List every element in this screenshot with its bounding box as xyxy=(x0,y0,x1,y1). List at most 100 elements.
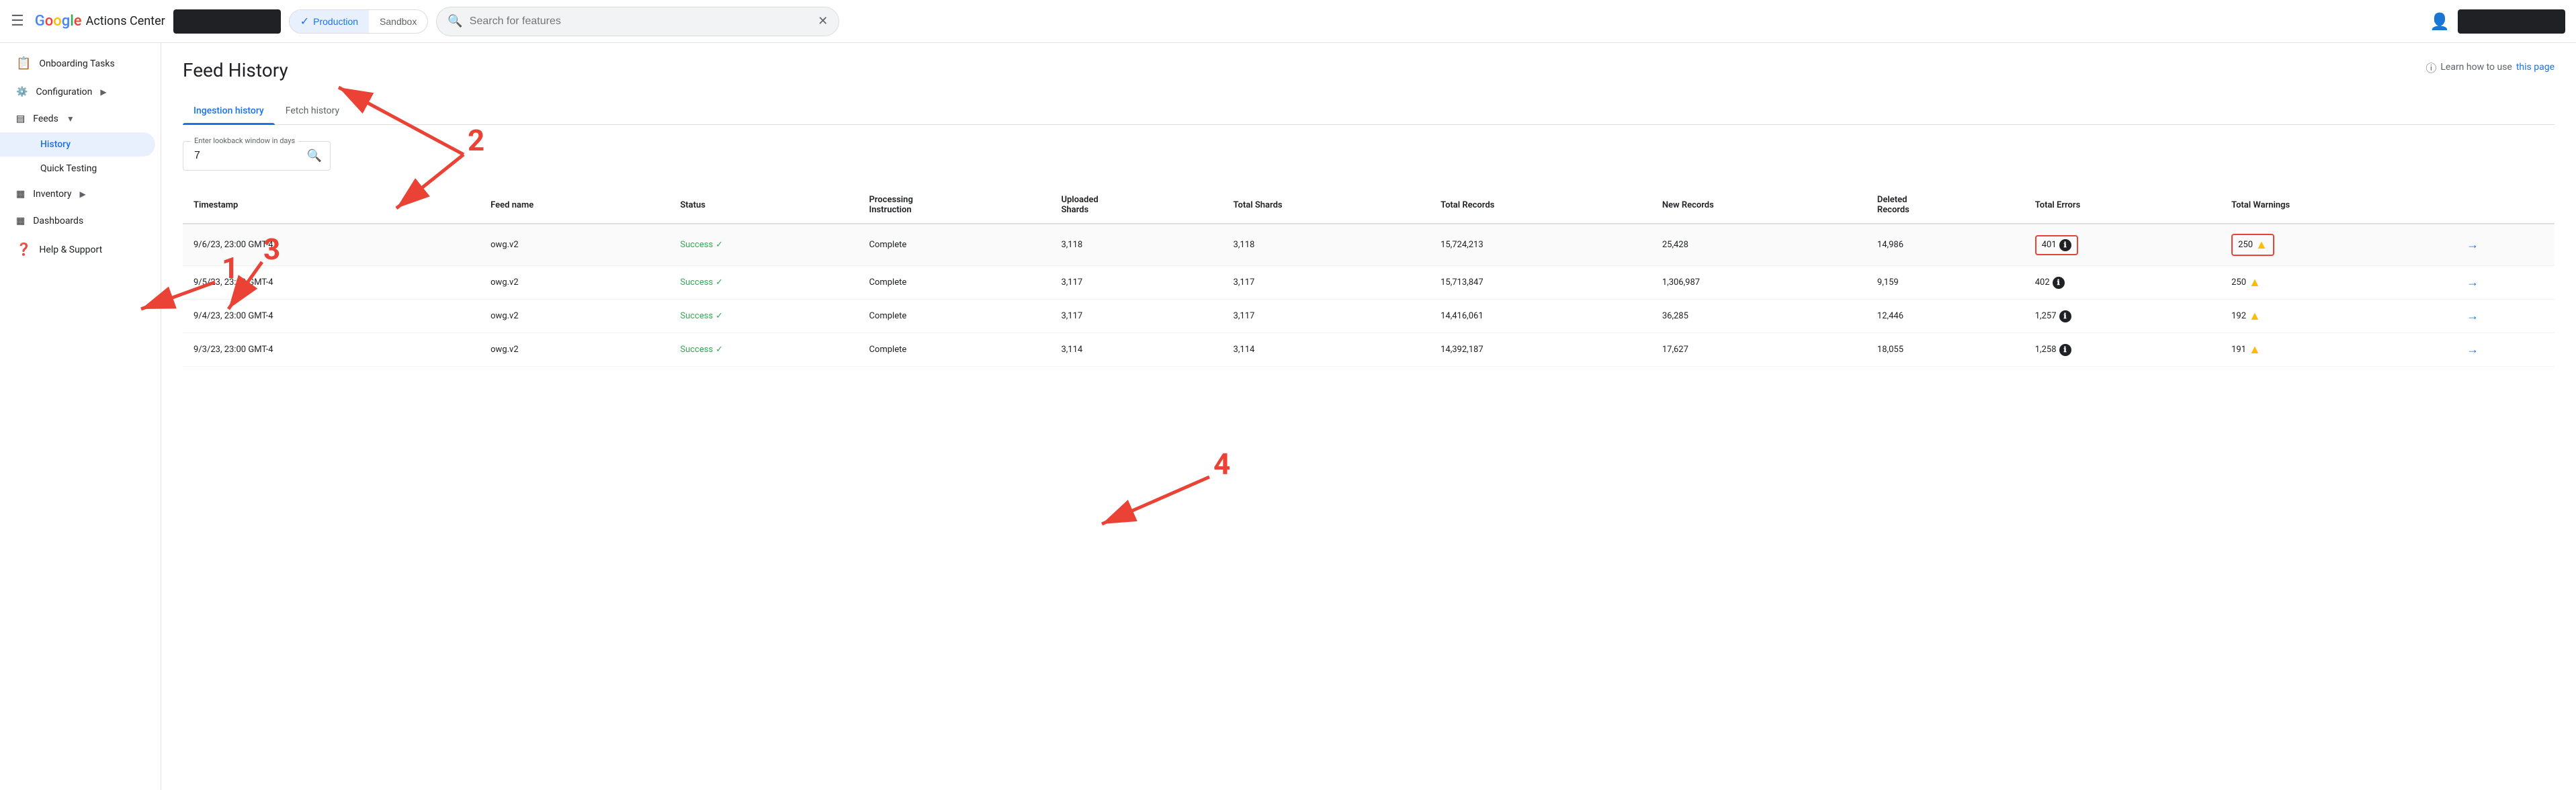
cell-nav-arrow[interactable]: → xyxy=(2456,300,2554,333)
sandbox-label: Sandbox xyxy=(380,16,417,27)
cell-total-errors[interactable]: 401 ℹ xyxy=(2024,224,2221,266)
chevron-down-icon: ▼ xyxy=(67,114,75,124)
dashboards-label: Dashboards xyxy=(33,216,83,226)
cell-total-warnings[interactable]: 250 ▲ xyxy=(2221,266,2456,300)
cell-processing-instruction: Complete xyxy=(858,266,1050,300)
cell-total-warnings[interactable]: 191 ▲ xyxy=(2221,333,2456,367)
cell-total-shards: 3,117 xyxy=(1223,266,1430,300)
chevron-right-icon: ▶ xyxy=(100,87,106,97)
cell-total-records: 14,392,187 xyxy=(1430,333,1651,367)
warning-highlight-badge: 250 ▲ xyxy=(2231,234,2274,256)
production-env-button[interactable]: ✓ Production xyxy=(290,10,369,33)
cell-total-records: 14,416,061 xyxy=(1430,300,1651,333)
sidebar-item-help-support[interactable]: ❓ Help & Support xyxy=(0,234,155,265)
cell-deleted-records: 14,986 xyxy=(1866,224,2024,266)
row-navigate-icon[interactable]: → xyxy=(2466,343,2479,357)
check-icon: ✓ xyxy=(716,277,723,288)
config-icon: ⚙️ xyxy=(16,87,28,97)
cell-total-errors[interactable]: 402 ℹ xyxy=(2024,266,2221,300)
cell-nav-arrow[interactable]: → xyxy=(2456,333,2554,367)
info-icon: ℹ xyxy=(2059,344,2071,356)
cell-deleted-records: 18,055 xyxy=(1866,333,2024,367)
filter-row: Enter lookback window in days 🔍 xyxy=(183,141,2554,171)
col-total-shards: Total Shards xyxy=(1223,187,1430,224)
production-label: Production xyxy=(313,16,358,27)
page-title: Feed History xyxy=(183,59,288,81)
help-text: Learn how to use xyxy=(2440,62,2511,73)
cell-new-records: 1,306,987 xyxy=(1651,266,1866,300)
cell-processing-instruction: Complete xyxy=(858,300,1050,333)
warning-badge: 250 ▲ xyxy=(2231,275,2261,290)
table-row: 9/5/23, 23:00 GMT-4owg.v2Success ✓Comple… xyxy=(183,266,2554,300)
tab-fetch-history[interactable]: Fetch history xyxy=(275,97,350,124)
top-navigation: ☰ Google Actions Center ✓ Production San… xyxy=(0,0,2576,43)
cell-new-records: 36,285 xyxy=(1651,300,1866,333)
sandbox-env-button[interactable]: Sandbox xyxy=(369,10,427,33)
table-header-row: Timestamp Feed name Status ProcessingIns… xyxy=(183,187,2554,224)
search-input[interactable] xyxy=(470,15,811,28)
col-total-warnings: Total Warnings xyxy=(2221,187,2456,224)
environment-switcher: ✓ Production Sandbox xyxy=(289,9,429,34)
tab-ingestion-history[interactable]: Ingestion history xyxy=(183,97,275,124)
cell-timestamp: 9/3/23, 23:00 GMT-4 xyxy=(183,333,480,367)
cell-processing-instruction: Complete xyxy=(858,224,1050,266)
account-icon[interactable]: 👤 xyxy=(2430,12,2450,31)
sidebar-item-quick-testing[interactable]: Quick Testing xyxy=(0,157,155,181)
error-highlight-badge: 401 ℹ xyxy=(2035,235,2078,255)
cell-timestamp: 9/4/23, 23:00 GMT-4 xyxy=(183,300,480,333)
row-navigate-icon[interactable]: → xyxy=(2466,309,2479,323)
cell-total-shards: 3,114 xyxy=(1223,333,1430,367)
cell-feed-name: owg.v2 xyxy=(480,333,669,367)
col-status: Status xyxy=(669,187,858,224)
warning-triangle-icon: ▲ xyxy=(2249,309,2261,323)
sidebar-item-dashboards[interactable]: ▦ Dashboards xyxy=(0,208,161,234)
sidebar-item-onboarding[interactable]: 📋 Onboarding Tasks xyxy=(0,48,155,79)
cell-total-shards: 3,117 xyxy=(1223,300,1430,333)
lookback-search-icon[interactable]: 🔍 xyxy=(307,149,322,163)
cell-new-records: 17,627 xyxy=(1651,333,1866,367)
row-navigate-icon[interactable]: → xyxy=(2466,275,2479,290)
cell-uploaded-shards: 3,117 xyxy=(1050,266,1222,300)
search-clear-icon[interactable]: ✕ xyxy=(818,14,828,28)
warning-badge: 191 ▲ xyxy=(2231,343,2261,357)
feeds-icon: ▤ xyxy=(16,114,25,124)
help-link[interactable]: this page xyxy=(2516,62,2554,73)
col-feed-name: Feed name xyxy=(480,187,669,224)
row-navigate-icon[interactable]: → xyxy=(2466,238,2479,252)
error-badge: 1,258 ℹ xyxy=(2035,344,2071,356)
cell-total-errors[interactable]: 1,257 ℹ xyxy=(2024,300,2221,333)
col-processing-instruction: ProcessingInstruction xyxy=(858,187,1050,224)
feed-history-table: Timestamp Feed name Status ProcessingIns… xyxy=(183,187,2554,367)
cell-status: Success ✓ xyxy=(669,224,858,266)
table-row: 9/3/23, 23:00 GMT-4owg.v2Success ✓Comple… xyxy=(183,333,2554,367)
sidebar-item-history[interactable]: History xyxy=(0,132,155,157)
search-bar: 🔍 ✕ xyxy=(436,7,839,36)
cell-uploaded-shards: 3,114 xyxy=(1050,333,1222,367)
cell-deleted-records: 9,159 xyxy=(1866,266,2024,300)
cell-feed-name: owg.v2 xyxy=(480,300,669,333)
info-circle-icon: ⓘ xyxy=(2425,59,2436,75)
cell-total-errors[interactable]: 1,258 ℹ xyxy=(2024,333,2221,367)
warning-triangle-icon: ▲ xyxy=(2249,275,2261,290)
menu-icon[interactable]: ☰ xyxy=(11,13,24,30)
onboarding-icon: 📋 xyxy=(16,56,31,71)
cell-nav-arrow[interactable]: → xyxy=(2456,224,2554,266)
quick-testing-label: Quick Testing xyxy=(40,163,97,174)
cell-total-warnings[interactable]: 250 ▲ xyxy=(2221,224,2456,266)
cell-total-warnings[interactable]: 192 ▲ xyxy=(2221,300,2456,333)
cell-uploaded-shards: 3,117 xyxy=(1050,300,1222,333)
cell-timestamp: 9/6/23, 23:00 GMT-4 xyxy=(183,224,480,266)
sidebar-item-configuration[interactable]: ⚙️ Configuration ▶ xyxy=(0,79,161,105)
feeds-label: Feeds xyxy=(33,114,58,124)
col-uploaded-shards: UploadedShards xyxy=(1050,187,1222,224)
warning-triangle-icon: ▲ xyxy=(2256,238,2268,252)
cell-timestamp: 9/5/23, 23:00 GMT-4 xyxy=(183,266,480,300)
lookback-input[interactable] xyxy=(194,150,302,162)
sidebar-item-inventory[interactable]: ▦ Inventory ▶ xyxy=(0,181,161,208)
cell-feed-name: owg.v2 xyxy=(480,224,669,266)
sidebar-item-feeds[interactable]: ▤ Feeds ▼ xyxy=(0,105,161,132)
cell-nav-arrow[interactable]: → xyxy=(2456,266,2554,300)
check-icon: ✓ xyxy=(716,345,723,355)
info-icon: ℹ xyxy=(2053,277,2065,289)
sidebar: 📋 Onboarding Tasks ⚙️ Configuration ▶ ▤ … xyxy=(0,43,161,790)
